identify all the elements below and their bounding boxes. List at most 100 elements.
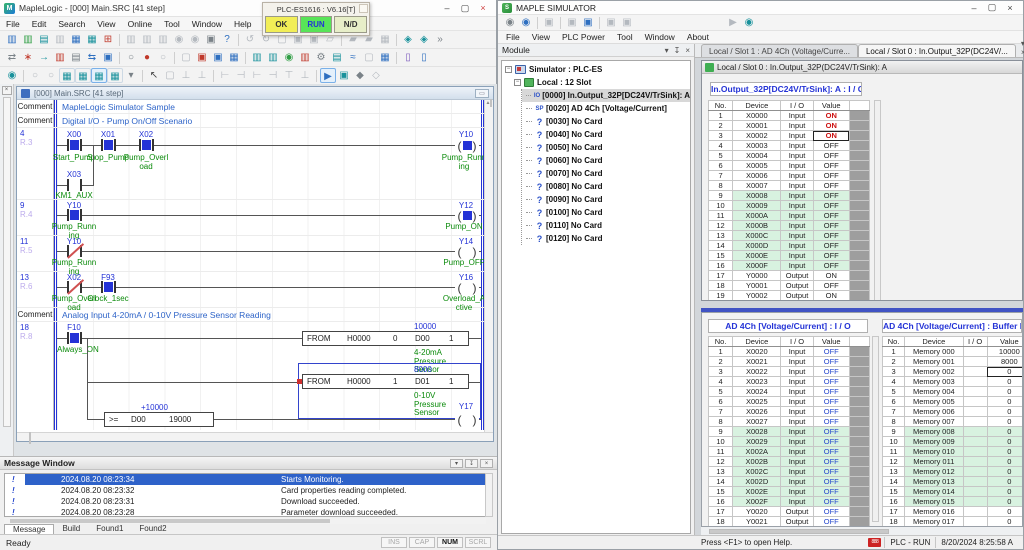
toolbar-icon[interactable]: ↖ (146, 68, 162, 83)
message-row[interactable]: ! 2024.08.20 08:23:28 Parameter download… (5, 507, 485, 516)
expander-icon[interactable]: − (514, 79, 521, 86)
toolbar-icon[interactable]: ⚙ (313, 50, 329, 65)
scrollbar-thumb[interactable] (29, 432, 31, 444)
toolbar-icon[interactable] (396, 51, 397, 64)
maximize-icon[interactable]: ▢ (983, 2, 1001, 13)
toolbar-icon[interactable]: ▣ (580, 15, 596, 30)
message-row[interactable]: ! 2024.08.20 08:23:31 Download succeeded… (5, 496, 485, 507)
restore-icon[interactable]: ▭ (475, 88, 489, 98)
tree-node-local[interactable]: − Local : 12 Slot (511, 76, 690, 89)
expander-icon[interactable]: − (505, 66, 512, 73)
ad-io-table-row[interactable]: 4 X0023 Input OFF (707, 376, 871, 387)
side-panel-close-icon[interactable]: × (1, 86, 12, 95)
toolbar-icon[interactable]: ◈ (400, 32, 416, 47)
menu-item[interactable]: Tool (617, 32, 633, 42)
coil[interactable] (455, 245, 479, 258)
toolbar-icon[interactable]: ▣ (100, 50, 116, 65)
toolbar-icon[interactable] (174, 51, 175, 64)
cell-value[interactable]: OFF (812, 466, 850, 477)
ad-buffer-table-row[interactable]: 1 Memory 000 10000 (881, 346, 1022, 357)
cell-value[interactable]: OFF (812, 416, 850, 427)
scrollbar-thumb[interactable] (10, 519, 330, 523)
cell-value[interactable]: OFF (812, 516, 850, 526)
toolbar-icon[interactable]: ⊥ (178, 68, 194, 83)
io-table-row[interactable]: 3 X0002 Input ON (707, 130, 871, 141)
cell-value[interactable]: 0 (986, 436, 1022, 447)
cell-value[interactable]: OFF (812, 366, 850, 377)
menu-item[interactable]: View (97, 19, 115, 29)
ad-io-table-row[interactable]: 14 X002D Input OFF (707, 476, 871, 487)
cell-value[interactable]: 0 (986, 486, 1022, 497)
io-table-row[interactable]: 7 X0006 Input OFF (707, 170, 871, 181)
toolbar-icon[interactable]: ? (219, 32, 235, 47)
io-table-row[interactable]: 15 X000E Input OFF (707, 250, 871, 261)
cell-value[interactable]: OFF (812, 260, 850, 271)
io-table-row[interactable]: 13 X000C Input OFF (707, 230, 871, 241)
compare-instruction[interactable]: >= D00 19000 (104, 412, 214, 427)
table-scrollbar[interactable] (874, 100, 881, 300)
menu-item[interactable]: File (506, 32, 520, 42)
menu-item[interactable]: PLC Power (562, 32, 605, 42)
cell-value[interactable]: OFF (812, 170, 850, 181)
ad-buffer-table-row[interactable]: 5 Memory 004 0 (881, 386, 1022, 397)
io-table-row[interactable]: 8 X0007 Input OFF (707, 180, 871, 191)
menu-item[interactable]: File (6, 19, 20, 29)
cell-value[interactable]: OFF (812, 486, 850, 497)
toolbar-icon[interactable]: → (36, 50, 52, 65)
plc-nd-button[interactable]: N/D (334, 16, 368, 33)
menu-item[interactable]: Tool (164, 19, 180, 29)
cell-value[interactable]: 0 (986, 476, 1022, 487)
toolbar-icon[interactable]: ◉ (741, 15, 757, 30)
toolbar-icon[interactable] (537, 16, 538, 29)
io-table-row[interactable]: 11 X000A Input OFF (707, 210, 871, 221)
toolbar-icon[interactable]: ≈ (345, 50, 361, 65)
cell-value[interactable]: OFF (812, 446, 850, 457)
module-tree[interactable]: − Simulator : PLC-ES − Local : 12 Slot I… (501, 60, 691, 534)
cell-value[interactable]: OFF (812, 426, 850, 437)
cell-value[interactable]: 0 (986, 466, 1022, 477)
ad-io-table-row[interactable]: 10 X0029 Input OFF (707, 436, 871, 447)
cell-value[interactable]: 0 (986, 366, 1022, 377)
io-table-row[interactable]: 4 X0003 Input OFF (707, 140, 871, 151)
toolbar-icon[interactable] (23, 69, 24, 82)
toolbar-icon[interactable]: ▣ (203, 32, 219, 47)
toolbar-icon[interactable]: ▣ (541, 15, 557, 30)
toolbar-icon[interactable]: ▣ (336, 68, 352, 83)
toolbar-icon[interactable] (238, 33, 239, 46)
cell-value[interactable]: OFF (812, 456, 850, 467)
module-slot[interactable]: SP [0020] AD 4Ch [Voltage/Current] (522, 102, 690, 115)
toolbar-icon[interactable]: ▤ (329, 50, 345, 65)
cell-value[interactable]: OFF (812, 230, 850, 241)
toolbar-icon[interactable]: ▥ (52, 32, 68, 47)
toolbar-icon[interactable]: ◆ (352, 68, 368, 83)
toolbar-icon[interactable]: ▦ (91, 68, 107, 83)
from-instruction-2[interactable]: FROM H0000 1 D01 1 (302, 374, 469, 389)
cell-value[interactable]: ON (812, 110, 850, 121)
toolbar-icon[interactable]: ▯ (400, 50, 416, 65)
contact-no[interactable] (67, 139, 82, 151)
toolbar-icon[interactable]: ▥ (20, 32, 36, 47)
contact-no[interactable] (139, 139, 154, 151)
toolbar-icon[interactable]: ▯ (416, 50, 432, 65)
io-table-row[interactable]: 10 X0009 Input OFF (707, 200, 871, 211)
ad-io-table-row[interactable]: 9 X0028 Input OFF (707, 426, 871, 437)
toolbar-icon[interactable]: ● (139, 50, 155, 65)
ad-buffer-table-row[interactable]: 17 Memory 016 0 (881, 506, 1022, 517)
from-instruction-1[interactable]: FROM H0000 0 D00 1 (302, 331, 469, 346)
ad-buffer-table-row[interactable]: 15 Memory 014 0 (881, 486, 1022, 497)
cell-value[interactable]: OFF (812, 240, 850, 251)
slot-tab[interactable]: Local / Slot 0 : In.Output_32P(DC24V/... (857, 44, 1016, 57)
cell-value[interactable]: ON (812, 290, 850, 300)
plc-run-button[interactable]: RUN (299, 16, 333, 33)
contact-no[interactable] (67, 209, 82, 221)
toolbar-icon[interactable]: ▤ (36, 32, 52, 47)
plc-ok-button[interactable]: OK (265, 16, 298, 33)
ad-buffer-table-row[interactable]: 2 Memory 001 8000 (881, 356, 1022, 367)
cell-value[interactable]: OFF (812, 160, 850, 171)
module-slot[interactable]: ? [0060] No Card (522, 154, 690, 167)
toolbar-icon[interactable]: ▢ (162, 68, 178, 83)
toolbar-icon[interactable]: ◉ (518, 15, 534, 30)
menu-item[interactable]: Window (645, 32, 675, 42)
cell-value[interactable]: ON (812, 270, 850, 281)
cell-value[interactable]: 0 (986, 516, 1022, 526)
